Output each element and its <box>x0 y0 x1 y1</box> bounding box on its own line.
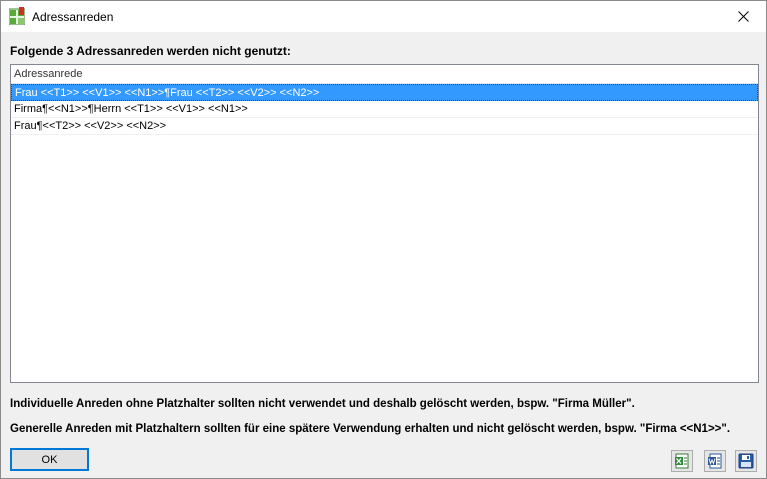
excel-export-icon <box>675 453 689 469</box>
list-item[interactable]: Firma¶<<N1>>¶Herrn <<T1>> <<V1>> <<N1>> <box>11 101 758 118</box>
word-export-icon <box>708 453 722 469</box>
app-icon <box>8 7 26 26</box>
dialog-window: Adressanreden Folgende 3 Adressanreden w… <box>0 0 767 479</box>
ok-button[interactable]: OK <box>10 448 89 471</box>
column-header-adressanrede[interactable]: Adressanrede <box>11 65 758 84</box>
note-general-salutations: Generelle Anreden mit Platzhaltern sollt… <box>10 423 731 435</box>
list-rows: Frau <<T1>> <<V1>> <<N1>>¶Frau <<T2>> <<… <box>11 84 758 135</box>
title-bar: Adressanreden <box>1 1 766 32</box>
close-icon <box>737 11 749 22</box>
word-export-button[interactable] <box>704 450 726 472</box>
list-item[interactable]: Frau¶<<T2>> <<V2>> <<N2>> <box>11 118 758 135</box>
address-salutation-list[interactable]: Adressanrede Frau <<T1>> <<V1>> <<N1>>¶F… <box>10 64 759 383</box>
save-button[interactable] <box>735 450 757 472</box>
close-button[interactable] <box>720 1 766 32</box>
column-header-label: Adressanrede <box>14 68 83 80</box>
note-individual-salutations: Individuelle Anreden ohne Platzhalter so… <box>10 398 635 410</box>
window-title: Adressanreden <box>32 10 114 24</box>
excel-export-button[interactable] <box>671 450 693 472</box>
save-icon <box>738 453 754 469</box>
list-item[interactable]: Frau <<T1>> <<V1>> <<N1>>¶Frau <<T2>> <<… <box>11 84 758 101</box>
list-heading: Folgende 3 Adressanreden werden nicht ge… <box>10 44 291 58</box>
